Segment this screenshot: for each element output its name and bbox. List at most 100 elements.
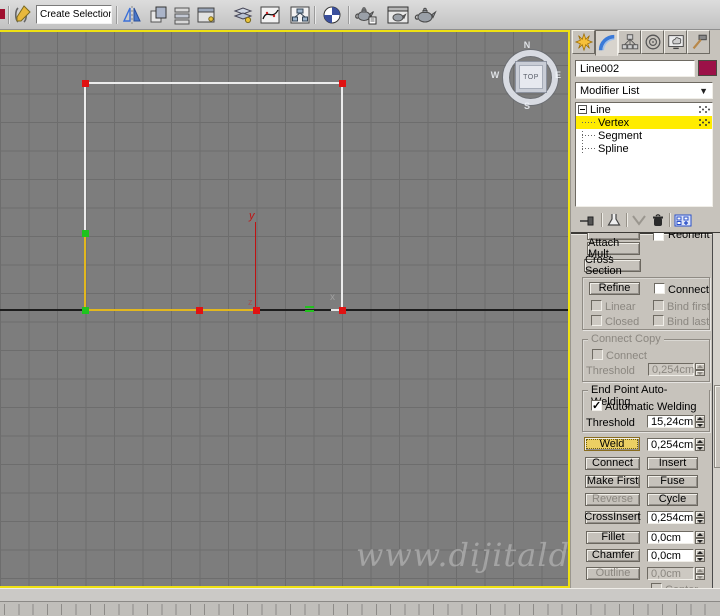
automatic-welding-checkbox[interactable] [591, 399, 602, 412]
snap-marker [305, 306, 314, 308]
insert-button[interactable]: Insert [647, 457, 698, 470]
make-unique-icon [632, 214, 646, 226]
connect-checkbox[interactable] [654, 283, 665, 294]
cross-insert-spinner[interactable] [695, 511, 705, 524]
spline-vertex-selected[interactable] [253, 307, 260, 314]
auto-weld-threshold-label: Threshold [586, 417, 635, 429]
auto-weld-threshold-spinner[interactable] [695, 415, 705, 428]
panel-scrollbar[interactable] [712, 233, 720, 616]
time-slider-strip[interactable] [0, 588, 720, 601]
spline-segment-left-upper[interactable] [84, 82, 86, 234]
spline-vertex-selected[interactable] [339, 80, 346, 87]
stack-item-vertex[interactable]: Vertex [576, 116, 712, 129]
tree-branch [582, 122, 595, 123]
fillet-spinner[interactable] [695, 531, 705, 544]
toolbar-edge-swatch [0, 9, 5, 19]
axis-label-z: z [248, 297, 253, 307]
tab-utilities[interactable] [687, 30, 710, 54]
weld-button[interactable]: Weld [584, 437, 640, 451]
spline-vertex[interactable] [82, 307, 89, 314]
layer-window-icon[interactable] [194, 3, 218, 27]
sub-object-dots-icon [699, 119, 710, 126]
toolbar-separator [314, 6, 315, 24]
layer-manager-icon[interactable] [230, 3, 254, 27]
spline-segment-right[interactable] [341, 82, 343, 311]
edit-named-selection-sets-icon[interactable] [10, 3, 34, 27]
spline-segment-left-lower-selected[interactable] [84, 232, 86, 310]
object-name-value: Line002 [580, 62, 620, 75]
viewport-top[interactable]: y x z N E S W TOP www.dijitalde [0, 30, 570, 588]
chamfer-spinner[interactable] [695, 549, 705, 562]
refine-button[interactable]: Refine [589, 282, 640, 295]
fuse-button[interactable]: Fuse [647, 475, 698, 488]
modifier-stack: Line Vertex Segment Spline [575, 102, 713, 207]
render-production-icon[interactable] [414, 3, 438, 27]
fillet-button[interactable]: Fillet [586, 531, 640, 544]
spline-vertex-selected[interactable] [196, 307, 203, 314]
curve-editor-icon[interactable] [258, 3, 282, 27]
spline-vertex-selected[interactable] [339, 307, 346, 314]
stack-item-spline[interactable]: Spline [576, 142, 712, 155]
render-setup-icon[interactable] [354, 3, 378, 27]
spline-segment-bottom-selected[interactable] [84, 309, 257, 311]
weld-threshold-spinner[interactable] [695, 438, 705, 451]
reorient-checkbox[interactable] [653, 233, 664, 241]
automatic-welding-label: Automatic Welding [605, 401, 697, 413]
rendered-frame-window-icon[interactable] [386, 3, 410, 27]
scrollbar-thumb[interactable] [714, 385, 720, 468]
stack-item-segment[interactable]: Segment [576, 129, 712, 142]
fillet-field[interactable]: 0,0cm [647, 531, 694, 544]
compass-north-label: N [523, 40, 531, 50]
remove-modifier-icon[interactable] [651, 213, 665, 228]
bind-first-checkbox [653, 300, 664, 311]
material-editor-icon[interactable] [320, 3, 344, 27]
modifier-list-dropdown[interactable]: Modifier List ▼ [575, 82, 713, 99]
object-name-field[interactable]: Line002 [575, 60, 695, 77]
tab-display[interactable] [664, 30, 687, 54]
tab-hierarchy[interactable] [618, 30, 641, 54]
schematic-view-icon[interactable] [288, 3, 312, 27]
compass-west-label: W [490, 70, 500, 80]
align-icon[interactable] [146, 3, 170, 27]
pin-stack-icon[interactable] [579, 213, 597, 228]
reverse-button: Reverse [585, 493, 640, 506]
show-end-result-icon[interactable] [606, 213, 622, 228]
bind-first-label: Bind first [667, 301, 710, 313]
stack-item-label: Line [590, 103, 611, 116]
connect-copy-checkbox-label: Connect [606, 350, 647, 362]
object-color-swatch[interactable] [698, 60, 717, 76]
configure-modifier-sets-icon[interactable] [674, 213, 692, 228]
named-selection-set-combo[interactable]: Create Selection Se ▼ [36, 5, 112, 24]
cross-insert-button[interactable]: CrossInsert [584, 511, 641, 524]
chevron-down-icon: ▼ [699, 85, 708, 96]
tree-branch [582, 135, 595, 136]
compass-south-label: S [523, 101, 530, 111]
closed-label: Closed [605, 316, 640, 328]
toolbar-separator [348, 6, 349, 24]
cross-section-button[interactable]: Cross Section [584, 254, 641, 276]
cross-insert-field[interactable]: 0,254cm [647, 511, 694, 524]
cycle-button[interactable]: Cycle [647, 493, 698, 506]
spline-vertex-selected[interactable] [82, 80, 89, 87]
stack-item-line[interactable]: Line [576, 103, 712, 116]
spline-vertex[interactable] [82, 230, 89, 237]
named-selection-set-value: Create Selection Se [40, 9, 112, 20]
outline-field: 0,0cm [647, 567, 694, 580]
chamfer-button[interactable]: Chamfer [586, 549, 640, 562]
compass-east-label: E [554, 70, 561, 80]
connect-button[interactable]: Connect [585, 457, 640, 470]
tab-motion[interactable] [641, 30, 664, 54]
collapse-icon[interactable] [578, 105, 587, 114]
spline-segment-top[interactable] [84, 82, 343, 84]
track-bar[interactable] [0, 601, 720, 616]
chamfer-field[interactable]: 0,0cm [647, 549, 694, 562]
make-first-button[interactable]: Make First [585, 475, 640, 488]
tab-create[interactable] [572, 30, 595, 54]
connect-copy-threshold-label: Threshold [586, 365, 635, 377]
manage-scene-states-icon[interactable] [170, 3, 194, 27]
view-compass-home[interactable]: TOP [515, 61, 547, 93]
weld-threshold-field[interactable]: 0,254cm [647, 438, 694, 451]
auto-weld-threshold-field[interactable]: 15,24cm [647, 415, 694, 428]
tab-modify[interactable] [595, 30, 618, 56]
mirror-icon[interactable] [120, 3, 144, 27]
